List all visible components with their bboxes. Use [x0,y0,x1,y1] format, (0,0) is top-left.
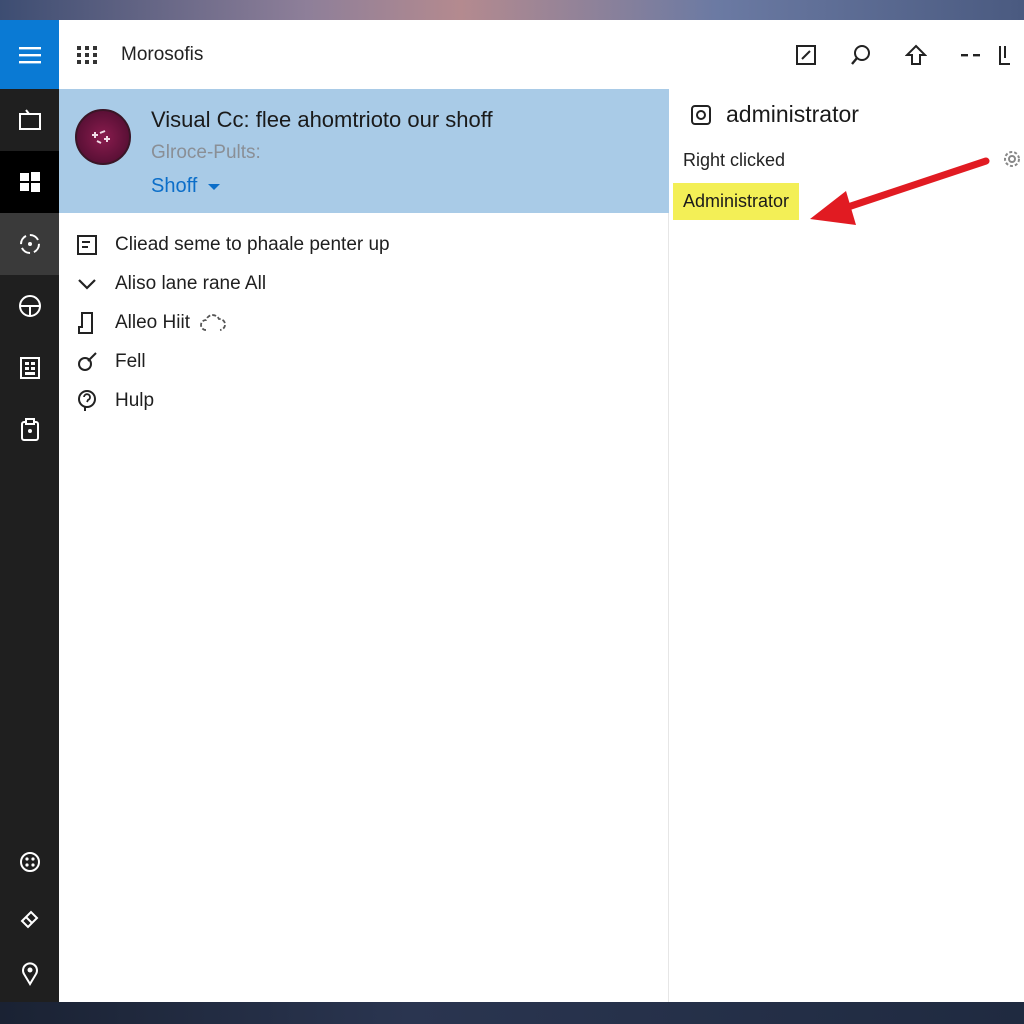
steering-icon [18,295,41,317]
rail-eraser-button[interactable] [0,890,59,946]
window-icon [75,233,99,257]
list-item[interactable]: Hulp [59,381,669,420]
list-item-label: Aliso lane rane All [115,272,267,294]
rail-windows-button[interactable] [0,151,59,213]
clipboard-icon [20,418,39,441]
edit-icon [795,44,816,65]
user-account-icon [691,104,711,125]
list-item[interactable]: Alleo Hiit [59,303,669,342]
desktop-wallpaper-top [0,0,1024,20]
list-item[interactable]: Fell [59,342,669,381]
right-pane-header: administrator [690,101,859,128]
desktop-wallpaper-bottom [0,1002,1024,1024]
app-launcher-button[interactable] [59,20,115,89]
app-grid-icon [77,45,97,64]
shoff-dropdown[interactable]: Shoff [151,175,221,198]
rail-clipboard-button[interactable] [0,399,59,461]
more-button[interactable] [943,20,998,89]
sparkle-icon [92,130,110,144]
avatar[interactable] [75,109,131,165]
rail-bottom-group [0,834,59,1002]
app-title: Morosofis [121,43,204,65]
settings-button[interactable] [1002,149,1022,174]
right-pane-subtitle: Right clicked [683,150,786,170]
palette-icon [19,852,40,872]
rail-location-button[interactable] [0,946,59,1002]
search-icon [850,44,870,65]
menu-icon [18,46,41,63]
gear-icon [1004,151,1020,167]
sync-icon [19,234,40,254]
chevron-down-icon [75,272,99,296]
nav-rail [0,20,59,1002]
top-actions [778,20,1024,89]
list-item-label: Cliead seme to phaale penter up [115,233,390,255]
share-button[interactable] [888,20,943,89]
rail-tablet-button[interactable] [0,89,59,151]
list-item[interactable]: Aliso lane rane All [59,264,669,303]
card-subtitle: Glroce-Pults: [151,142,261,163]
caret-down-icon [208,183,221,190]
hamburger-menu-button[interactable] [0,20,59,89]
list-item-label: Alleo Hiit [115,311,190,333]
tablet-icon [18,109,41,130]
edit-button[interactable] [778,20,833,89]
list-item[interactable]: Cliead seme to phaale penter up [59,225,669,264]
more-icon [960,53,980,56]
windows-icon [19,172,40,192]
cloud-sync-icon [200,312,226,334]
account-header-card[interactable]: Visual Cc: flee ahomtrioto our shoff Glr… [59,89,669,213]
administrator-option[interactable]: Administrator [673,183,800,220]
right-pane: administrator Right clicked Administrato… [670,89,1024,1002]
top-bar: Morosofis [59,20,1024,89]
eraser-icon [20,910,38,929]
edit-check-icon [75,350,99,374]
search-button[interactable] [833,20,888,89]
app-window: Morosofis Visual Cc: flee ahomtrioto our… [0,20,1024,1002]
rail-steering-button[interactable] [0,275,59,337]
bookmark-button[interactable] [998,20,1024,89]
document-grid-icon [19,357,40,379]
menu-list: Cliead seme to phaale penter up Aliso la… [59,225,669,420]
rail-palette-button[interactable] [0,834,59,890]
shoff-label: Shoff [151,175,198,197]
list-item-label: Hulp [115,389,155,411]
rail-sync-button[interactable] [0,213,59,275]
right-pane-title: administrator [726,101,859,127]
left-pane: Visual Cc: flee ahomtrioto our shoff Glr… [59,89,669,1002]
list-item-label: Fell [115,350,146,372]
bookmark-icon [999,45,1010,65]
rail-document-button[interactable] [0,337,59,399]
red-arrow-annotation [810,157,990,225]
help-icon [75,389,99,413]
card-title: Visual Cc: flee ahomtrioto our shoff [151,107,493,132]
document-icon [75,311,99,335]
location-icon [21,962,38,986]
share-icon [904,44,927,65]
